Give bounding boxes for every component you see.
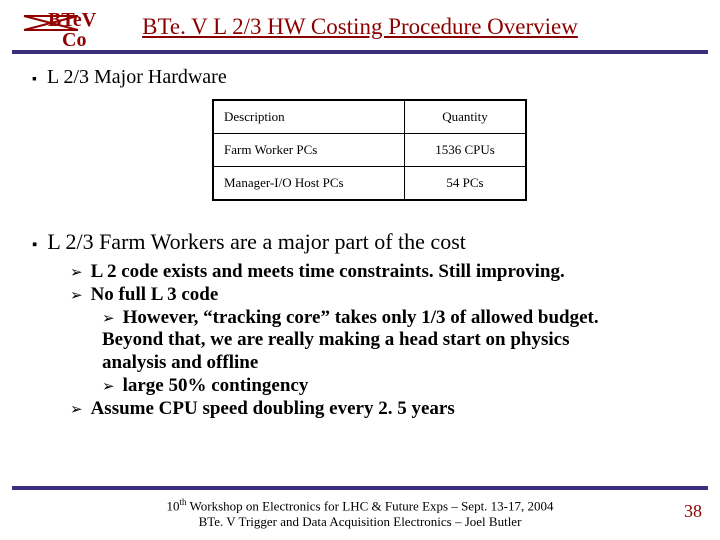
bullet-major-hardware: L 2/3 Major Hardware: [32, 66, 692, 89]
sub-bullet: L 2 code exists and meets time constrain…: [70, 261, 692, 284]
table-cell-qty: 1536 CPUs: [405, 134, 527, 167]
table-row: Manager-I/O Host PCs 54 PCs: [213, 167, 526, 201]
sub-sub-bullet: large 50% contingency: [102, 375, 692, 398]
table-row: Farm Worker PCs 1536 CPUs: [213, 134, 526, 167]
footer-line1-sup: th: [179, 497, 186, 507]
footer-line2: BTe. V Trigger and Data Acquisition Elec…: [199, 514, 522, 529]
table-row: Description Quantity: [213, 100, 526, 134]
logo-top-text: BTeV: [48, 9, 97, 31]
bullet-farm-workers: L 2/3 Farm Workers are a major part of t…: [32, 229, 692, 255]
header-rule: [12, 50, 708, 54]
table-cell-desc: Farm Worker PCs: [213, 134, 405, 167]
sub-bullet: Assume CPU speed doubling every 2. 5 yea…: [70, 398, 692, 421]
slide-title: BTe. V L 2/3 HW Costing Procedure Overvi…: [0, 0, 720, 40]
footer-line1-pre: 10: [166, 499, 179, 514]
footer-rule: [12, 486, 708, 490]
slide-body: L 2/3 Major Hardware Description Quantit…: [32, 60, 692, 421]
footer: 10th Workshop on Electronics for LHC & F…: [0, 497, 720, 530]
table-header-desc: Description: [213, 100, 405, 134]
logo-svg: BTeV Co: [18, 8, 106, 52]
page-number: 38: [684, 501, 702, 522]
footer-line1-rest: Workshop on Electronics for LHC & Future…: [187, 499, 554, 514]
table-cell-qty: 54 PCs: [405, 167, 527, 201]
sub-sub-bullet: However, “tracking core” takes only 1/3 …: [102, 307, 692, 330]
table-cell-desc: Manager-I/O Host PCs: [213, 167, 405, 201]
slide: BTeV Co BTe. V L 2/3 HW Costing Procedur…: [0, 0, 720, 540]
hardware-table: Description Quantity Farm Worker PCs 153…: [212, 99, 527, 201]
sub-bullet: No full L 3 code: [70, 284, 692, 307]
table-header-qty: Quantity: [405, 100, 527, 134]
logo-bottom-text: Co: [62, 29, 86, 51]
logo: BTeV Co: [18, 8, 106, 48]
sub-sub-bullet-cont: Beyond that, we are really making a head…: [102, 329, 692, 352]
hardware-table-wrap: Description Quantity Farm Worker PCs 153…: [212, 99, 692, 201]
sub-sub-bullet-cont: analysis and offline: [102, 352, 692, 375]
